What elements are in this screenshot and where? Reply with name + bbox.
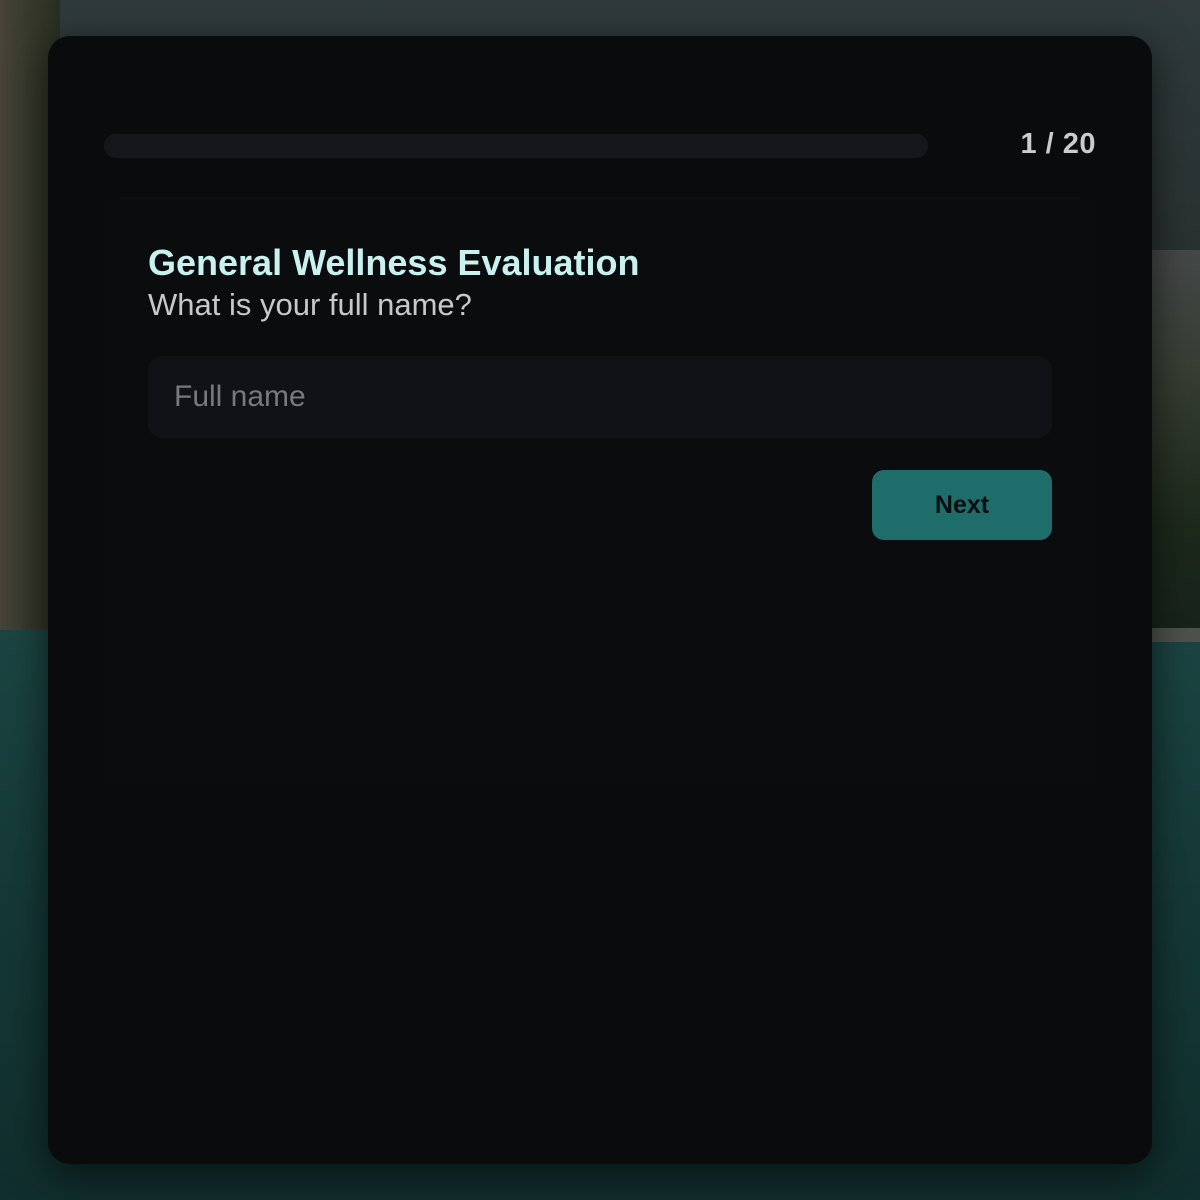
- question-text: What is your full name?: [148, 287, 472, 322]
- form-title: General Wellness Evaluation: [148, 242, 640, 283]
- questionnaire-panel: 1 / 20 General Wellness Evaluation What …: [48, 36, 1152, 1164]
- next-button[interactable]: Next: [872, 470, 1052, 540]
- progress-counter: 1 / 20: [1020, 128, 1096, 160]
- full-name-input[interactable]: [148, 356, 1052, 438]
- progress-bar: [104, 134, 928, 158]
